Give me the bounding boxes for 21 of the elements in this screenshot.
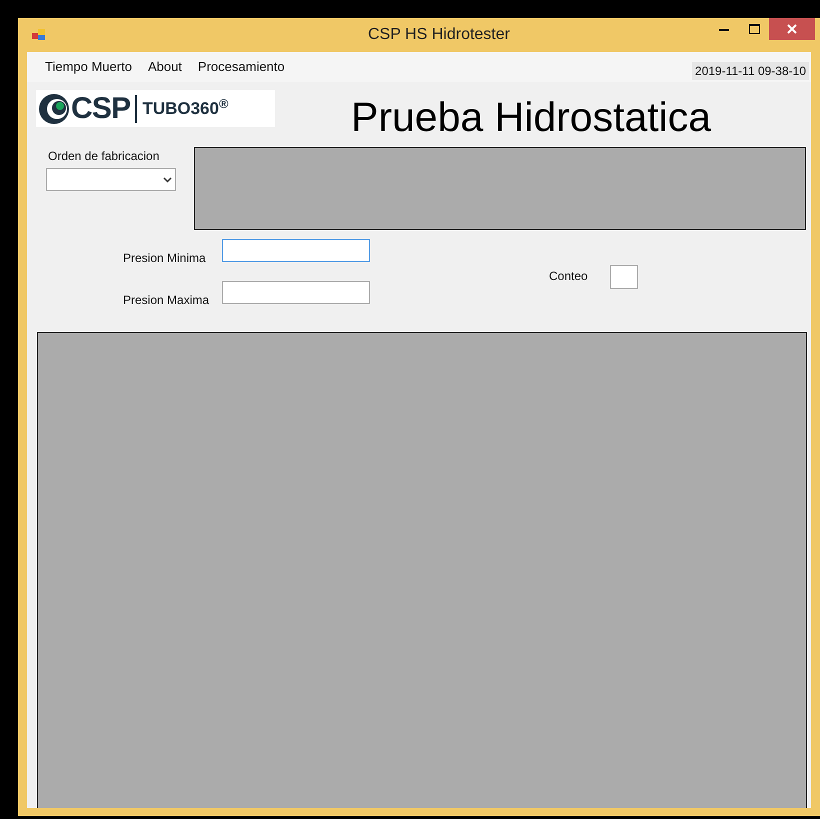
menu-item[interactable]: Tiempo Muerto xyxy=(37,56,140,78)
chevron-down-icon xyxy=(163,176,172,182)
field-label: Presion Minima xyxy=(123,250,207,267)
window-title: CSP HS Hidrotester xyxy=(367,25,510,45)
menu-item[interactable]: Procesamiento xyxy=(190,56,293,78)
close-button[interactable] xyxy=(769,18,815,40)
minimize-icon xyxy=(719,28,729,30)
field-label: Orden de fabricacion xyxy=(48,148,160,165)
close-icon xyxy=(787,24,797,34)
app-icon xyxy=(32,29,46,41)
count-field xyxy=(610,265,638,289)
page-heading: Prueba Hidrostatica xyxy=(351,97,712,138)
logo-brand: CSP xyxy=(71,94,130,124)
date-time-label: 2019-11-11 09-38-10 xyxy=(692,62,809,80)
maximize-icon xyxy=(748,24,760,34)
menu-item[interactable]: About xyxy=(140,56,190,78)
pressure-input[interactable] xyxy=(222,239,370,262)
field-label: Presion Maxima xyxy=(123,292,210,309)
logo-product: TUBO360$^{®}$ xyxy=(142,100,228,117)
pressure-input[interactable] xyxy=(222,281,370,304)
field-label: Conteo xyxy=(549,268,588,285)
